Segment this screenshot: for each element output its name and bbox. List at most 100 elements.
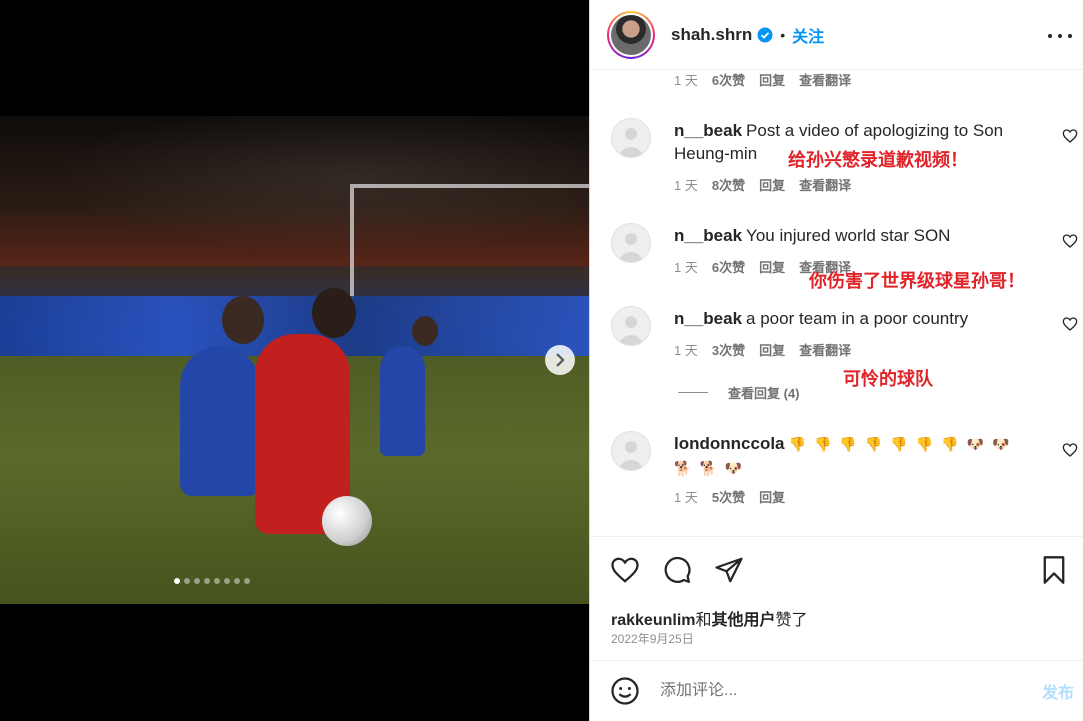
avatar-image (611, 14, 651, 55)
caption-meta: 1 天 6次赞 回复 查看翻译 (674, 70, 851, 89)
comment-body: n__beak a poor team in a poor country (674, 307, 1014, 330)
meta-likes[interactable]: 6次赞 (712, 70, 745, 89)
comment-text: a poor team in a poor country (746, 309, 969, 328)
reply-button[interactable]: 回复 (759, 70, 785, 89)
reply-button[interactable]: 回复 (759, 175, 785, 194)
avatar-frame (609, 12, 653, 57)
comment-emoji: 👎 (890, 436, 908, 452)
comment-time: 1 天 (674, 178, 698, 193)
comment-meta: 1 天 3次赞 回复 查看翻译 (674, 340, 851, 359)
post-actions: rakkeunlim和其他用户赞了 2022年9月25日 (590, 536, 1083, 660)
translate-button[interactable]: 查看翻译 (799, 340, 851, 359)
separator-dot: • (780, 26, 786, 43)
carousel-next-button[interactable] (545, 345, 575, 375)
comment-body: londonnccola 👎 👎 👎 👎 👎 👎 👎 🐶 🐶🐕 🐕 🐶 (674, 432, 1034, 480)
post-photo[interactable] (0, 116, 589, 604)
comment-meta: 1 天 8次赞 回复 查看翻译 (674, 175, 851, 194)
comment-time: 1 天 (674, 260, 698, 275)
comment-username[interactable]: n__beak (674, 121, 742, 140)
commenter-avatar[interactable] (611, 118, 651, 158)
like-comment-heart-icon[interactable] (1062, 128, 1078, 144)
comment-text: You injured world star SON (746, 226, 951, 245)
player-blue-head (222, 296, 264, 344)
like-comment-heart-icon[interactable] (1062, 316, 1078, 332)
liked-by-summary: rakkeunlim和其他用户赞了 (611, 606, 808, 630)
carousel-dot (204, 578, 210, 584)
comment-body: n__beak You injured world star SON (674, 224, 1014, 247)
view-replies-button[interactable]: 查看回复 (4) (678, 383, 800, 402)
comment-username[interactable]: n__beak (674, 226, 742, 245)
comment-emoji: 🐕 (674, 460, 692, 476)
comment-emoji: 👎 (839, 436, 857, 452)
translate-button[interactable]: 查看翻译 (799, 175, 851, 194)
chevron-right-icon (556, 353, 565, 367)
comment-emoji: 👎 (864, 436, 883, 452)
carousel-dot (214, 578, 220, 584)
carousel-dot (224, 578, 230, 584)
goal-frame (350, 184, 589, 304)
translate-button[interactable]: 查看翻译 (799, 70, 851, 89)
comment-emoji: 🐶 (992, 436, 1010, 452)
liked-by-others[interactable]: 其他用户 (712, 612, 776, 629)
comment-icon[interactable] (662, 555, 692, 585)
comment-likes[interactable]: 3次赞 (712, 340, 745, 359)
replies-divider (678, 392, 708, 393)
post-header: shah.shrn • 关注 (590, 0, 1083, 70)
comment-composer: 发布 (590, 660, 1083, 721)
comment-likes[interactable]: 8次赞 (712, 175, 745, 194)
player-blue-bg-head (412, 316, 438, 346)
player-blue-bg (380, 346, 425, 456)
comment-emoji: 👎 (788, 436, 806, 452)
view-replies-label: 查看回复 (4) (728, 386, 800, 401)
liked-by-connector: 和 (695, 612, 712, 629)
commenter-avatar[interactable] (611, 223, 651, 263)
comment-meta: 1 天 5次赞 回复 (674, 487, 785, 506)
reply-button[interactable]: 回复 (759, 487, 785, 506)
liked-by-user[interactable]: rakkeunlim (611, 612, 695, 629)
media-pane (0, 0, 589, 721)
action-icons (610, 555, 744, 585)
like-comment-heart-icon[interactable] (1062, 233, 1078, 249)
carousel-dots (174, 578, 250, 584)
commenter-avatar[interactable] (611, 306, 651, 346)
comment-time: 1 天 (674, 343, 698, 358)
heart-icon[interactable] (610, 555, 640, 585)
post-date[interactable]: 2022年9月25日 (611, 630, 694, 647)
instagram-post-view: shah.shrn • 关注 1 天 6次赞 回复 查看翻译 n__beak Po… (0, 0, 1083, 721)
translation-annotation: 给孙兴慜录道歉视频！ (788, 150, 968, 171)
post-panel: shah.shrn • 关注 1 天 6次赞 回复 查看翻译 n__beak Po… (589, 0, 1083, 721)
carousel-dot (184, 578, 190, 584)
author-avatar[interactable] (607, 10, 655, 59)
commenter-avatar[interactable] (611, 431, 651, 471)
comment-username[interactable]: londonnccola (674, 434, 785, 453)
comment-input[interactable] (660, 682, 1020, 700)
comments-list[interactable]: 1 天 6次赞 回复 查看翻译 n__beak Post a video of a… (590, 70, 1083, 536)
more-options-icon[interactable] (1048, 24, 1072, 48)
comment-emoji: 🐶 (966, 436, 984, 452)
share-icon[interactable] (714, 555, 744, 585)
post-comment-button[interactable]: 发布 (1042, 679, 1074, 703)
carousel-dot (194, 578, 200, 584)
comment-item: n__beak a poor team in a poor country 1 天… (590, 306, 1083, 406)
comment-item: n__beak You injured world star SON 1 天 6次… (590, 223, 1083, 293)
reply-button[interactable]: 回复 (759, 257, 785, 276)
comment-emoji: 👎 (813, 436, 832, 452)
comment-emoji: 🐶 (724, 460, 743, 476)
comment-emoji: 🐕 (699, 460, 717, 476)
carousel-dot (174, 578, 180, 584)
emoji-picker-icon[interactable] (610, 676, 640, 706)
comment-username[interactable]: n__beak (674, 309, 742, 328)
player-red-head (312, 288, 356, 338)
author-username[interactable]: shah.shrn (671, 25, 752, 45)
comment-likes[interactable]: 5次赞 (712, 487, 745, 506)
follow-button[interactable]: 关注 (792, 23, 824, 47)
comment-emoji: 👎 (941, 436, 959, 452)
like-comment-heart-icon[interactable] (1062, 442, 1078, 458)
comment-item: londonnccola 👎 👎 👎 👎 👎 👎 👎 🐶 🐶🐕 🐕 🐶 1 天 5次赞 回复 (590, 431, 1083, 511)
football (322, 496, 372, 546)
bookmark-icon[interactable] (1040, 555, 1068, 585)
translation-annotation: 你伤害了世界级球星孙哥！ (809, 271, 1025, 292)
comment-likes[interactable]: 6次赞 (712, 257, 745, 276)
liked-by-suffix: 赞了 (775, 612, 808, 629)
reply-button[interactable]: 回复 (759, 340, 785, 359)
